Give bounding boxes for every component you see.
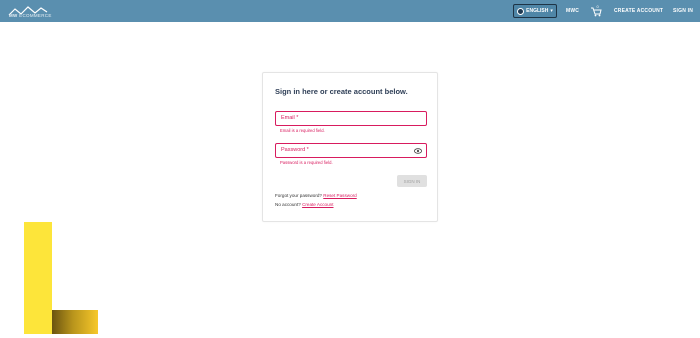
login-card: Sign in here or create account below. Em… [262,72,438,222]
cart-count: 0 [597,4,600,9]
cart-icon[interactable]: 0 [590,4,602,17]
nav-mwc-link[interactable]: MWC [566,8,579,14]
decorative-yellow-foot [52,310,98,334]
top-nav-bar: MW ECOMMERCE ENGLISH ▾ MWC 0 CREATE ACCO… [0,0,700,22]
language-label: ENGLISH [526,8,549,14]
email-field[interactable]: Email * [275,111,427,126]
logo-wordmark: MW ECOMMERCE [9,13,52,18]
nav-sign-in-link[interactable]: SIGN IN [673,8,693,14]
forgot-password-line: Forgot your password? Reset Password [275,193,357,198]
forgot-text: Forgot your password? [275,193,322,198]
language-selector[interactable]: ENGLISH ▾ [513,4,557,18]
eye-icon[interactable] [414,148,422,154]
password-error: Password is a required field. [280,160,333,165]
email-error: Email is a required field. [280,128,325,133]
globe-icon [517,7,525,15]
email-label: Email * [281,115,299,121]
no-account-text: No account? [275,202,301,207]
reset-password-link[interactable]: Reset Password [323,193,356,198]
sign-in-button[interactable]: SIGN IN [397,175,427,187]
password-label: Password * [281,147,309,153]
password-field[interactable]: Password * [275,143,427,158]
caret-down-icon: ▾ [550,8,553,14]
login-title: Sign in here or create account below. [275,87,408,96]
create-account-link[interactable]: Create Account [302,202,333,207]
nav-create-account-link[interactable]: CREATE ACCOUNT [614,8,663,14]
no-account-line: No account? Create Account [275,202,334,207]
decorative-yellow-bar [24,222,52,334]
